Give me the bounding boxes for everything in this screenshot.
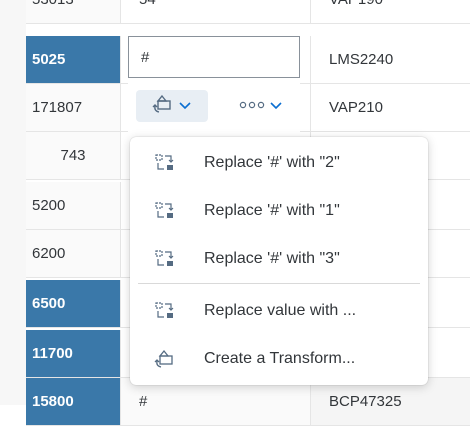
transform-suggestions-menu: Replace '#' with "2" Replace '#' with "1… (130, 137, 428, 385)
menu-item-label: Replace value with ... (204, 302, 357, 319)
replace-icon (154, 249, 176, 269)
id-cell[interactable]: 53013 (26, 0, 121, 24)
chevron-down-icon (178, 97, 192, 115)
code-cell[interactable]: BCP47325 (311, 378, 470, 426)
table-row[interactable]: 15800 # BCP47325 (0, 378, 470, 426)
menu-item-label: Create a Transform... (204, 350, 356, 367)
menu-item-create-transform[interactable]: Create a Transform... (130, 335, 428, 383)
menu-item-replace-value[interactable]: Replace value with ... (130, 287, 428, 335)
value-cell[interactable]: 54 (121, 0, 311, 24)
id-cell[interactable]: 11700 (26, 330, 121, 378)
transform-menu-button[interactable] (136, 90, 208, 122)
replace-icon (154, 301, 176, 321)
menu-item-replace-1[interactable]: Replace '#' with "1" (130, 187, 428, 235)
transform-icon (154, 349, 176, 369)
replace-icon (154, 153, 176, 173)
cell-action-toolbar (128, 82, 300, 132)
id-cell[interactable]: 171807 (26, 84, 121, 132)
id-cell[interactable]: 743 (26, 132, 121, 180)
menu-item-label: Replace '#' with "3" (204, 250, 340, 267)
id-cell[interactable]: 5200 (26, 182, 121, 230)
id-cell[interactable]: 15800 (26, 378, 121, 426)
replace-icon (154, 201, 176, 221)
more-actions-button[interactable] (224, 90, 298, 122)
code-cell[interactable]: VAP210 (311, 84, 470, 132)
active-cell-editor[interactable]: # (128, 36, 300, 78)
code-cell[interactable]: LMS2240 (311, 36, 470, 84)
chevron-down-icon (269, 97, 283, 115)
table-row[interactable]: 53013 54 VAP190 (0, 0, 470, 24)
code-cell[interactable]: VAP190 (311, 0, 470, 24)
value-cell[interactable]: # (121, 378, 311, 426)
menu-divider (138, 283, 420, 284)
menu-item-replace-3[interactable]: Replace '#' with "3" (130, 235, 428, 283)
id-cell[interactable]: 5025 (26, 36, 121, 84)
menu-item-replace-2[interactable]: Replace '#' with "2" (130, 139, 428, 187)
overflow-icon (239, 97, 265, 115)
id-cell[interactable]: 6200 (26, 230, 121, 278)
menu-item-label: Replace '#' with "2" (204, 154, 340, 171)
transform-icon (152, 94, 174, 119)
id-cell[interactable]: 6500 (26, 280, 121, 328)
menu-item-label: Replace '#' with "1" (204, 202, 340, 219)
